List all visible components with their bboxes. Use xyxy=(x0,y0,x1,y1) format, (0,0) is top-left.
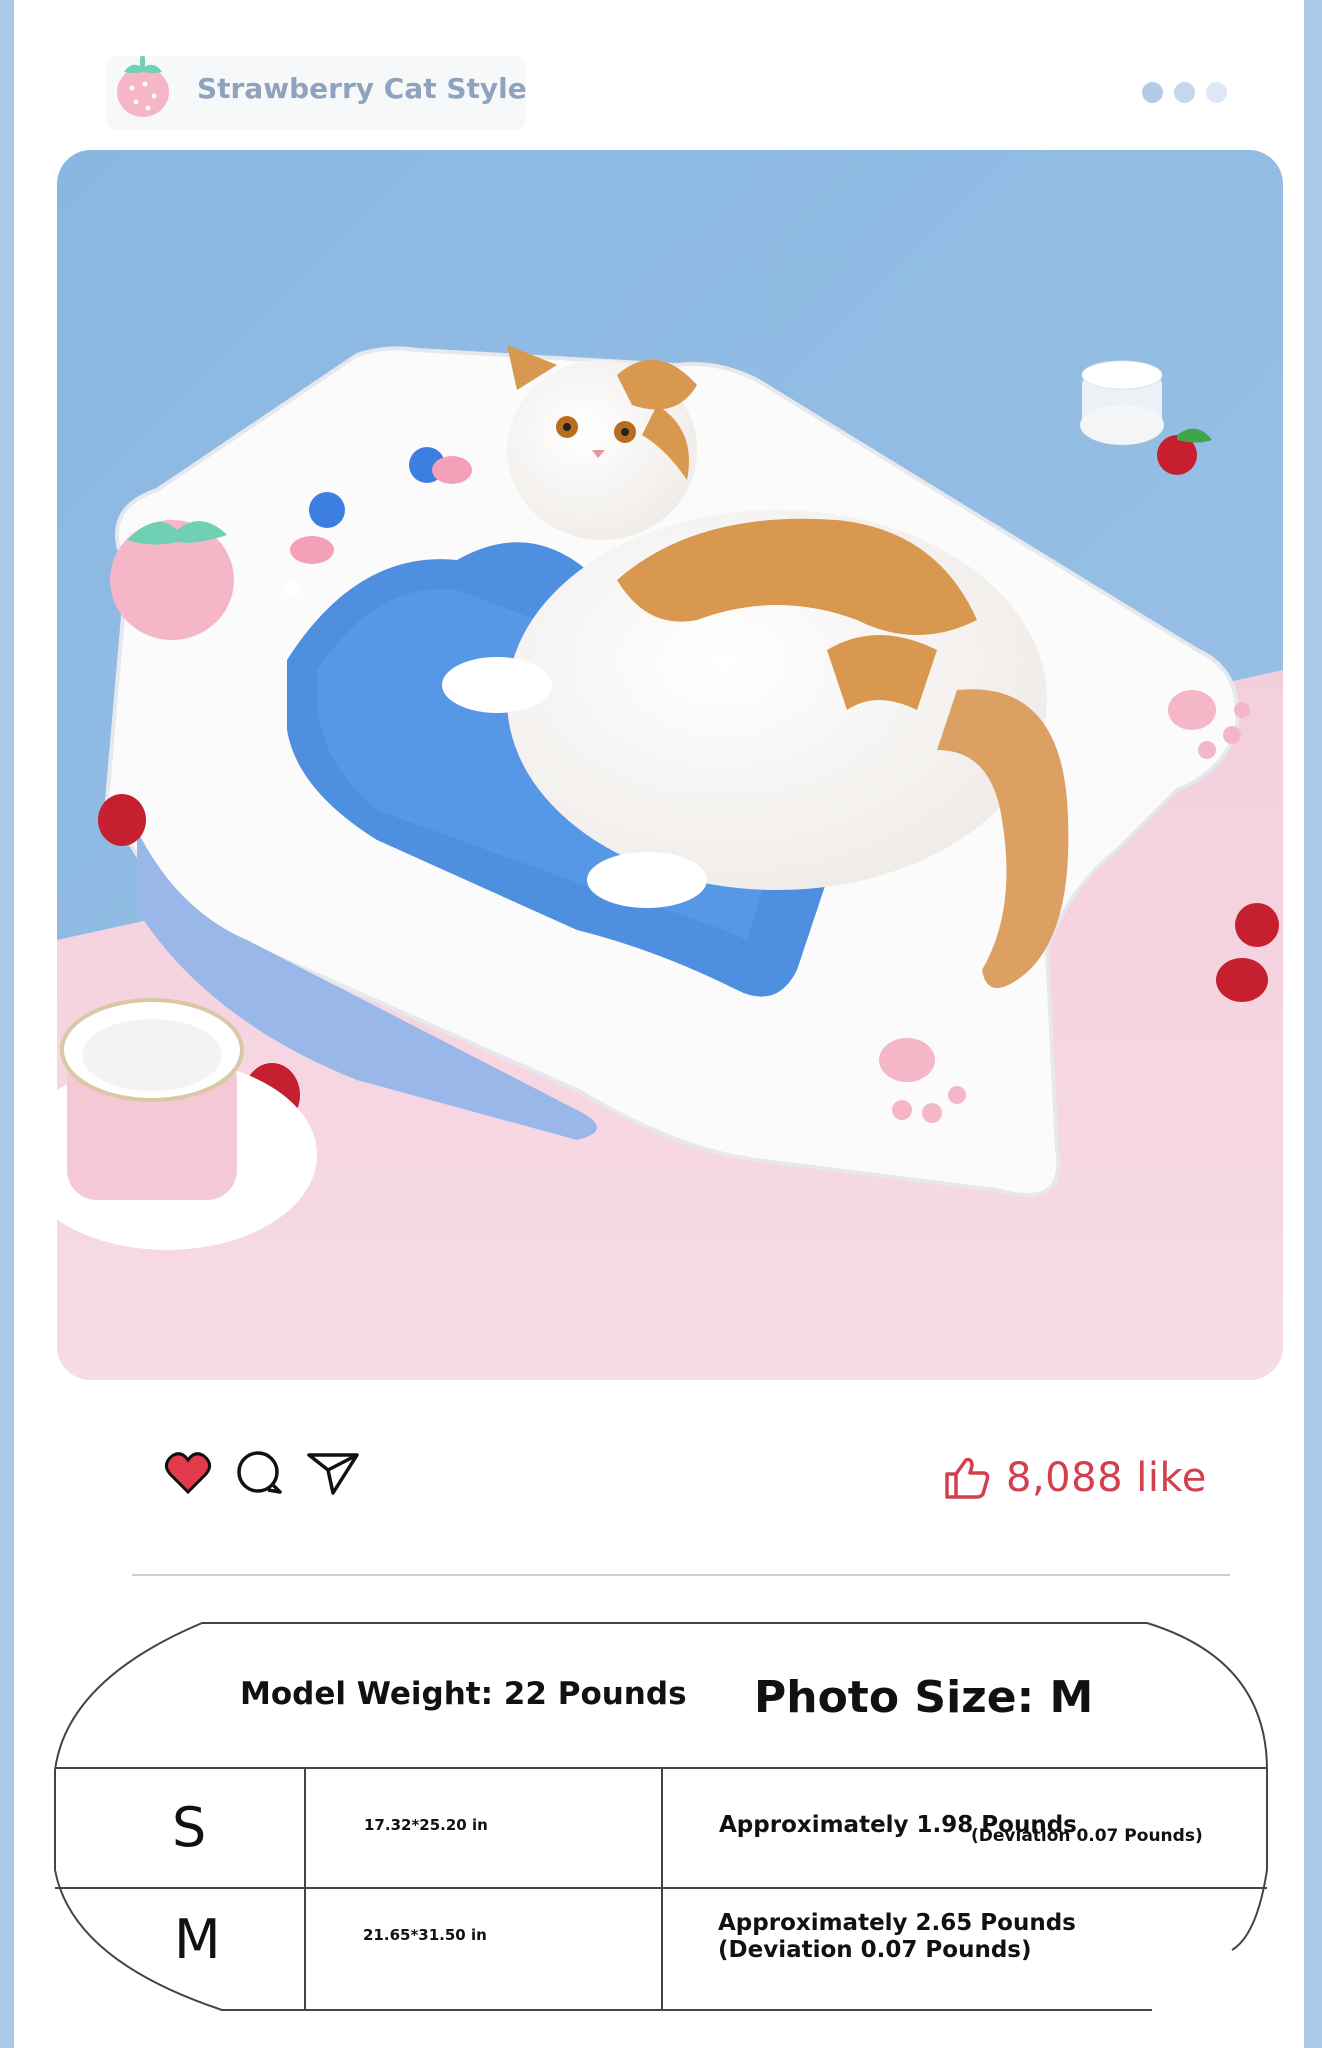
like-counter: 8,088 like xyxy=(944,1455,1207,1501)
size-m-dimensions: 21.65*31.50 in xyxy=(363,1926,487,1944)
strawberry-icon xyxy=(117,56,169,117)
heart-icon[interactable] xyxy=(164,1452,212,1494)
size-s-label: S xyxy=(172,1796,207,1859)
menu-dot xyxy=(1174,82,1195,103)
brand-title: Strawberry Cat Style xyxy=(197,72,527,105)
like-count: 8,088 like xyxy=(1006,1455,1207,1501)
photo-size-label: Photo Size: M xyxy=(754,1672,1094,1723)
send-icon[interactable] xyxy=(306,1450,360,1496)
size-m-weight: Approximately 2.65 Pounds xyxy=(718,1910,1076,1936)
product-photo xyxy=(57,150,1283,1380)
post-actions xyxy=(164,1450,360,1496)
menu-dot xyxy=(1142,82,1163,103)
menu-dot xyxy=(1206,82,1227,103)
divider xyxy=(132,1574,1230,1576)
comment-icon[interactable] xyxy=(234,1450,284,1496)
thumbs-up-icon[interactable] xyxy=(944,1456,990,1500)
size-s-dimensions: 17.32*25.20 in xyxy=(364,1816,488,1834)
model-weight-label: Model Weight: 22 Pounds xyxy=(240,1676,687,1712)
size-m-label: M xyxy=(174,1908,221,1971)
size-m-deviation: (Deviation 0.07 Pounds) xyxy=(718,1937,1032,1963)
size-s-deviation: (Deviation 0.07 Pounds) xyxy=(971,1826,1203,1846)
post-card: Strawberry Cat Style 8,088 like Model We… xyxy=(14,0,1304,2048)
more-menu[interactable] xyxy=(1142,82,1227,103)
